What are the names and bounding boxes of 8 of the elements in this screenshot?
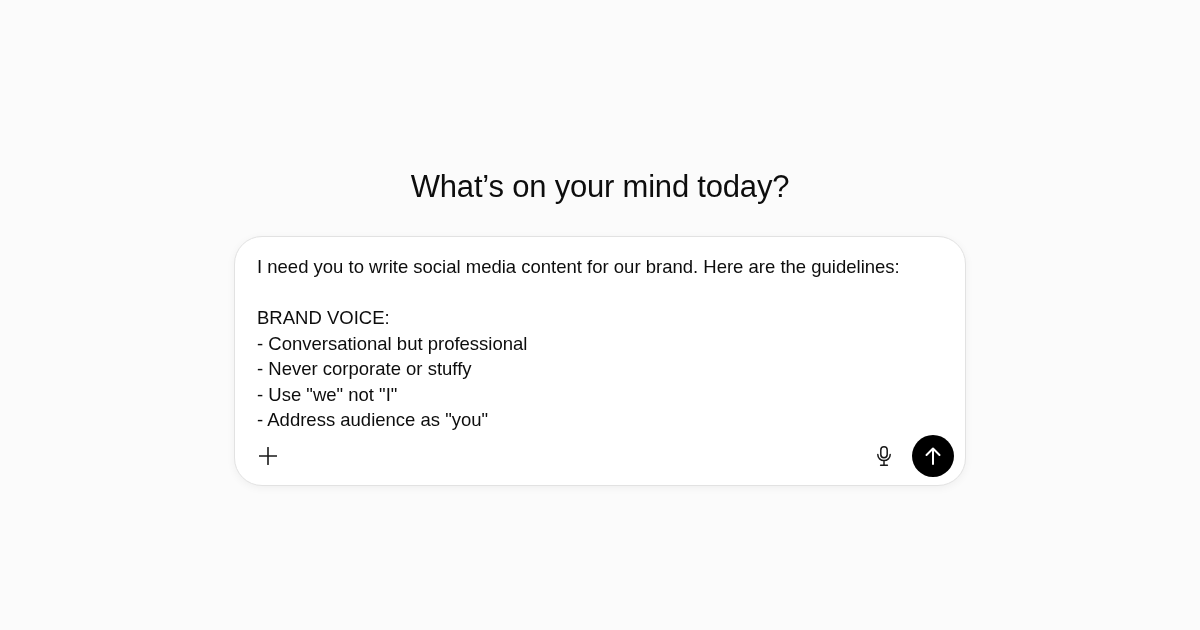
page-heading: What’s on your mind today? [410,168,790,206]
message-input[interactable]: I need you to write social media content for our brand. Here are the guidelines: BRAND VOICE: - Conversational but professional - Never corporate or stuffy - Use "we" not "I" - Address audience as "you" [257,254,900,433]
add-button[interactable] [258,445,278,466]
voice-button[interactable] [874,443,894,468]
microphone-icon [877,445,891,466]
send-button[interactable] [912,434,954,477]
arrow-up-icon [925,446,941,465]
plus-icon [259,446,277,465]
